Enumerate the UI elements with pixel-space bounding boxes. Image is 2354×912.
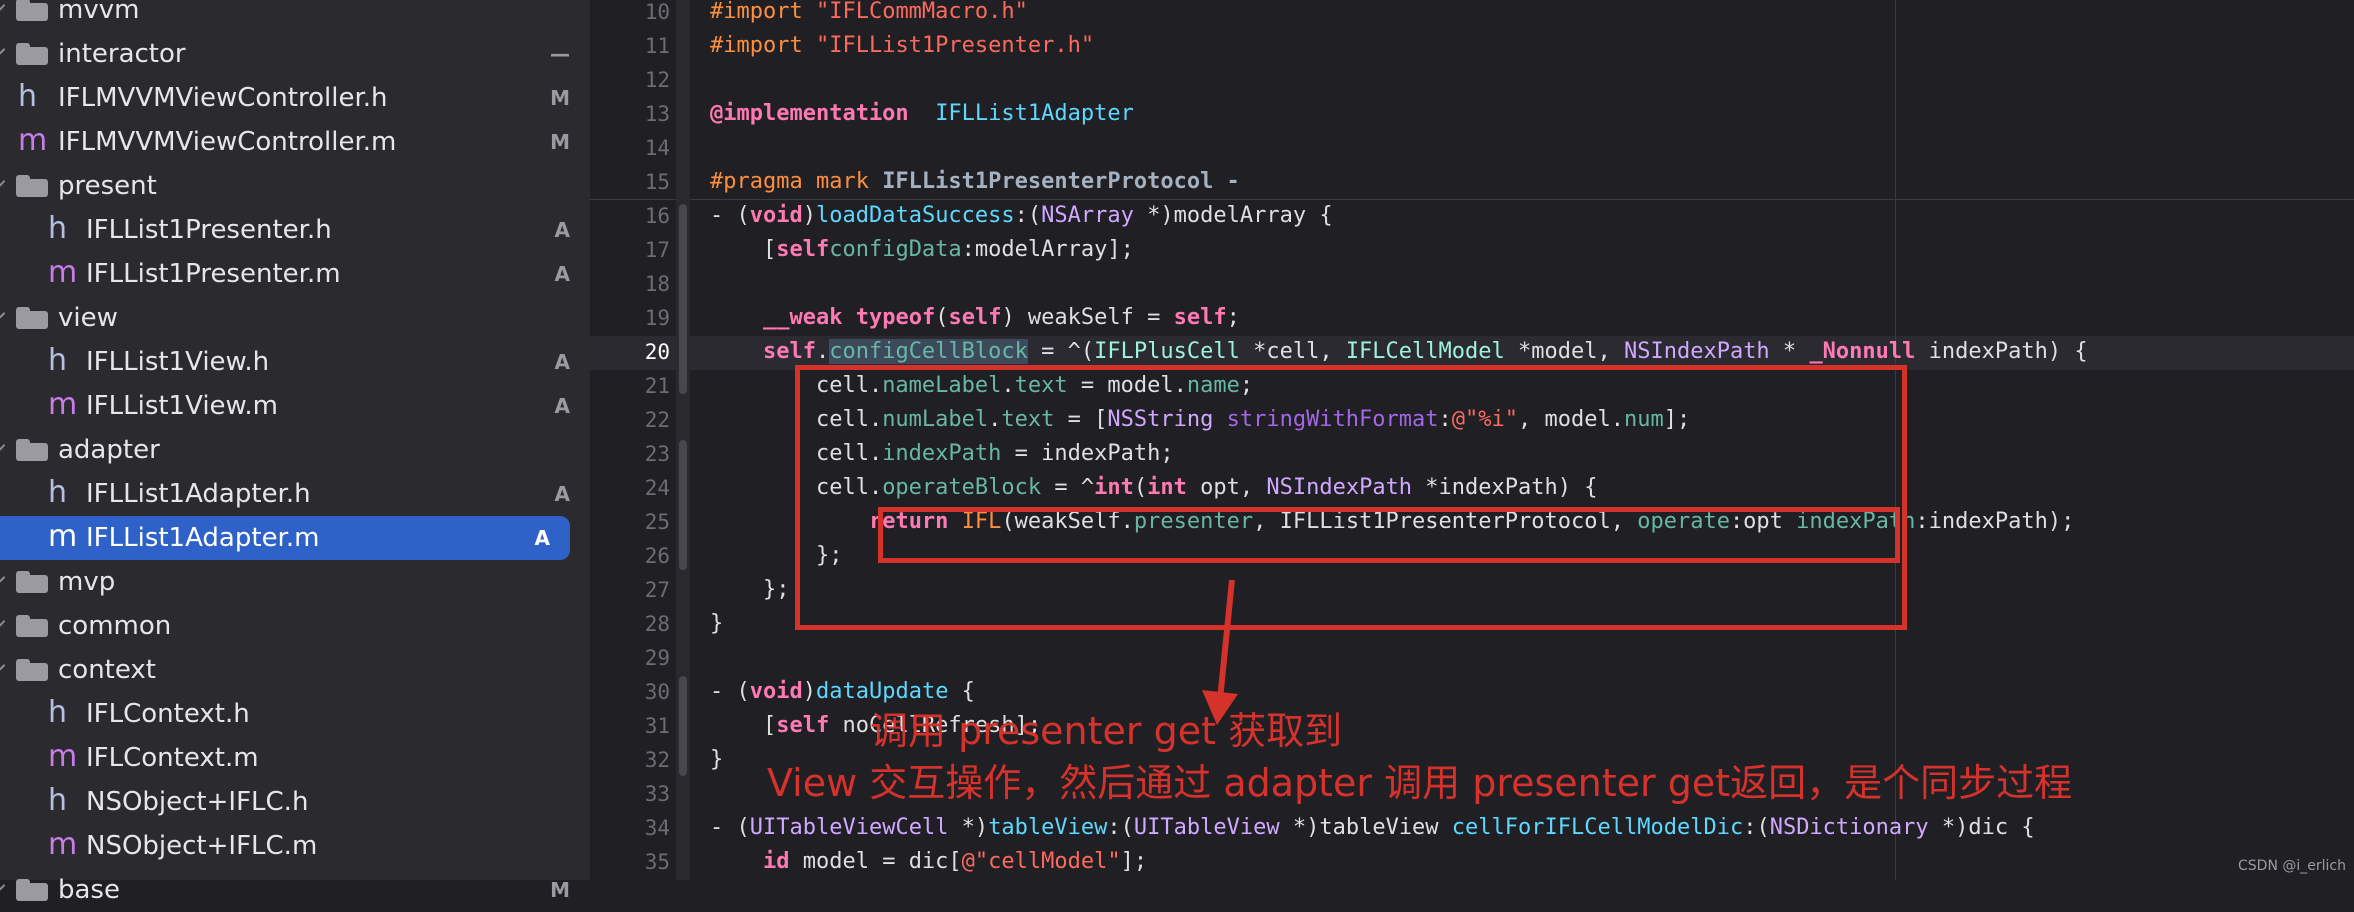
sidebar-item-label: context: [58, 655, 156, 685]
implementation-file-icon: m: [48, 519, 78, 554]
sidebar-item-label: adapter: [58, 435, 160, 465]
implementation-file-icon: m: [48, 255, 78, 290]
source-control-status-badge: A: [534, 526, 550, 550]
implementation-file-icon: m: [48, 387, 78, 422]
source-control-status-badge: A: [554, 262, 570, 286]
source-control-status-badge: M: [550, 86, 570, 110]
source-control-status-badge: A: [554, 394, 570, 418]
folder-icon: [16, 43, 48, 65]
sidebar-file-row[interactable]: m IFLList1View.m A: [0, 384, 590, 428]
sidebar-item-label: IFLList1Presenter.m: [86, 259, 341, 289]
sidebar-folder-row[interactable]: adapter: [0, 428, 590, 472]
sidebar-file-row[interactable]: m IFLMVVMViewController.m M: [0, 120, 590, 164]
sidebar-item-label: view: [58, 303, 118, 333]
watermark: CSDN @i_erlich: [2238, 858, 2346, 874]
sidebar-folder-row[interactable]: common: [0, 604, 590, 648]
sidebar-item-label: interactor: [58, 39, 186, 69]
implementation-file-icon: m: [18, 123, 48, 158]
source-control-status-badge: —: [550, 42, 570, 66]
implementation-file-icon: m: [48, 827, 78, 862]
sidebar-folder-row[interactable]: base M: [0, 868, 590, 912]
sidebar-item-label: IFLMVVMViewController.h: [58, 83, 388, 113]
folder-icon: [16, 175, 48, 197]
sidebar-item-label: base: [58, 875, 120, 905]
sidebar-item-label: IFLContext.m: [86, 743, 259, 773]
sidebar-folder-row[interactable]: mvp: [0, 560, 590, 604]
annotation-arrow: [1202, 579, 1238, 725]
header-file-icon: h: [18, 79, 38, 114]
sidebar-item-label: IFLList1View.h: [86, 347, 270, 377]
sidebar-item-label: IFLMVVMViewController.m: [58, 127, 397, 157]
header-file-icon: h: [48, 783, 68, 818]
folder-icon: [16, 439, 48, 461]
source-control-status-badge: A: [554, 218, 570, 242]
sidebar-file-row[interactable]: m IFLList1Presenter.m A: [0, 252, 590, 296]
source-control-status-badge: M: [550, 130, 570, 154]
sidebar-item-label: mvvm: [58, 0, 140, 25]
sidebar-item-label: IFLList1Adapter.m: [86, 523, 320, 553]
folder-icon: [16, 879, 48, 901]
sidebar-item-label: mvp: [58, 567, 116, 597]
source-control-status-badge: M: [550, 878, 570, 902]
sidebar-file-row[interactable]: h NSObject+IFLC.h: [0, 780, 590, 824]
sidebar-item-label: IFLList1Adapter.h: [86, 479, 311, 509]
sidebar-item-label: common: [58, 611, 172, 641]
sidebar-item-label: present: [58, 171, 157, 201]
sidebar-item-label: NSObject+IFLC.m: [86, 831, 318, 861]
header-file-icon: h: [48, 475, 68, 510]
annotation-text-2: View 交互操作，然后通过 adapter 调用 presenter get返…: [767, 761, 2073, 805]
annotation-text-1: 调用 presenter get 获取到: [870, 709, 1343, 753]
sidebar-file-row[interactable]: h IFLList1Presenter.h A: [0, 208, 590, 252]
sidebar-item-label: IFLContext.h: [86, 699, 250, 729]
source-control-status-badge: A: [554, 350, 570, 374]
sidebar-folder-row[interactable]: interactor —: [0, 32, 590, 76]
source-control-status-badge: A: [554, 482, 570, 506]
header-file-icon: h: [48, 211, 68, 246]
sidebar-item-label: IFLList1View.m: [86, 391, 279, 421]
sidebar-folder-row[interactable]: present: [0, 164, 590, 208]
sidebar-folder-row[interactable]: mvvm: [0, 0, 590, 32]
sidebar-file-row[interactable]: h IFLList1Adapter.h A: [0, 472, 590, 516]
folder-icon: [16, 0, 48, 21]
project-navigator: mvvm interactor — h IFLMVVMViewController.h M…: [0, 0, 590, 905]
sidebar-file-row[interactable]: h IFLList1View.h A: [0, 340, 590, 384]
header-file-icon: h: [48, 343, 68, 378]
implementation-file-icon: m: [48, 739, 78, 774]
header-file-icon: h: [48, 695, 68, 730]
sidebar-file-row[interactable]: m NSObject+IFLC.m: [0, 824, 590, 868]
sidebar-item-label: NSObject+IFLC.h: [86, 787, 309, 817]
code-editor[interactable]: 10 11 12 13 14 15 16 17 18 19 20 21 22 23 24 25 26 27 28 29…: [590, 0, 2354, 880]
sidebar-file-row[interactable]: h IFLContext.h: [0, 692, 590, 736]
sidebar-folder-row[interactable]: context: [0, 648, 590, 692]
sidebar-file-row[interactable]: m IFLList1Adapter.m A: [0, 516, 570, 560]
folder-icon: [16, 307, 48, 329]
sidebar-file-row[interactable]: m IFLContext.m: [0, 736, 590, 780]
folder-icon: [16, 571, 48, 593]
sidebar-item-label: IFLList1Presenter.h: [86, 215, 332, 245]
sidebar-folder-row[interactable]: view: [0, 296, 590, 340]
sidebar-file-row[interactable]: h IFLMVVMViewController.h M: [0, 76, 590, 120]
folder-icon: [16, 659, 48, 681]
folder-icon: [16, 615, 48, 637]
